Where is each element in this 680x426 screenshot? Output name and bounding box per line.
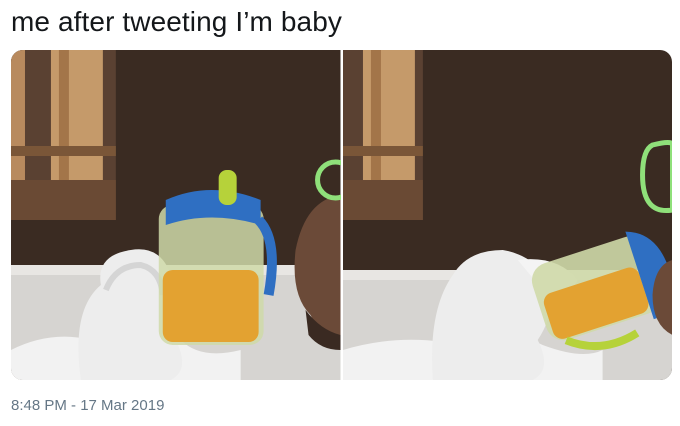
tweet-timestamp[interactable]: 8:48 PM - 17 Mar 2019	[11, 396, 164, 416]
photo-left[interactable]	[11, 50, 341, 380]
photo-left-image	[11, 50, 341, 380]
photo-right[interactable]	[342, 50, 672, 380]
tweet-text: me after tweeting I’m baby	[11, 6, 342, 37]
media-grid	[11, 50, 672, 380]
photo-right-image	[342, 50, 672, 380]
